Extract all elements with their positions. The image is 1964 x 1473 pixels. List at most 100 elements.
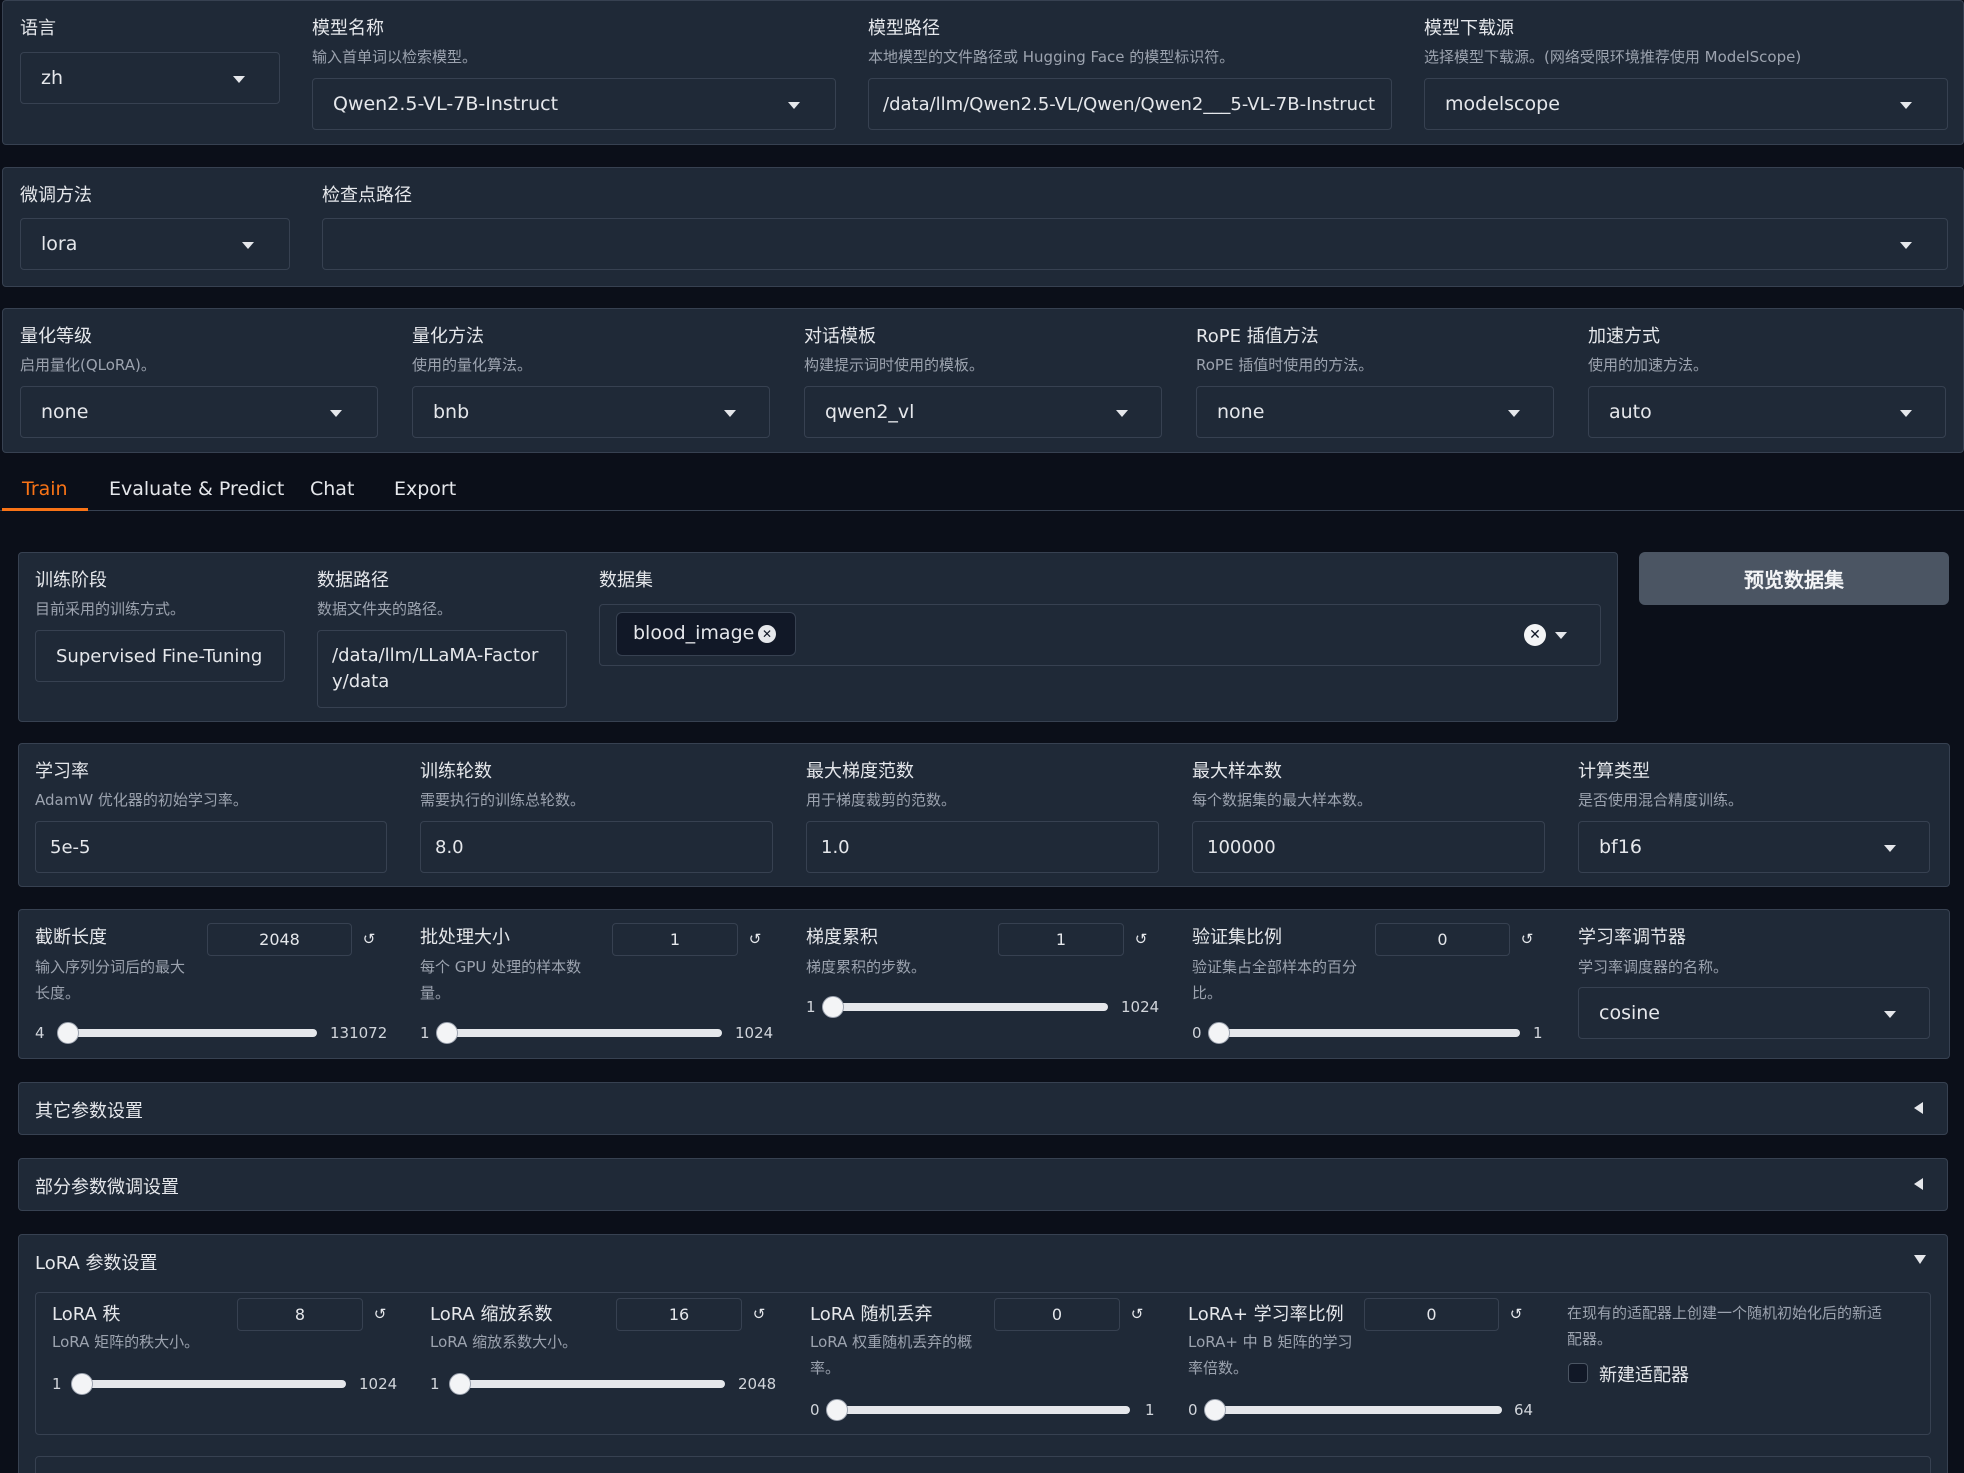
lora-plus-slider-track[interactable] — [1210, 1406, 1502, 1414]
cutoff-slider-track[interactable] — [59, 1029, 317, 1037]
dataset-dir-input[interactable]: /data/llm/LLaMA-Factory/data — [317, 630, 567, 708]
reset-icon[interactable]: ↺ — [369, 1305, 391, 1323]
chip-remove-icon[interactable]: ✕ — [758, 625, 776, 643]
freeze-settings-accordion[interactable] — [18, 1158, 1948, 1211]
scheduler-dropdown[interactable]: cosine — [1578, 987, 1930, 1039]
lora-alpha-label: LoRA 缩放系数 — [430, 1304, 553, 1325]
lora-dropout-max: 1 — [1145, 1401, 1155, 1419]
finetune-method-value: lora — [41, 233, 78, 255]
tab-evaluate-predict[interactable]: Evaluate & Predict — [109, 478, 284, 500]
max-grad-norm-input[interactable]: 1.0 — [806, 821, 1159, 873]
tab-export[interactable]: Export — [394, 478, 456, 500]
checkpoint-dropdown[interactable] — [322, 218, 1948, 270]
cutoff-value: 2048 — [259, 930, 300, 949]
new-adapter-checkbox[interactable] — [1568, 1363, 1588, 1383]
scheduler-label: 学习率调节器 — [1578, 927, 1686, 948]
new-adapter-label[interactable]: 新建适配器 — [1599, 1361, 1689, 1387]
tab-train[interactable]: Train — [22, 478, 68, 500]
quant-bit-dropdown[interactable]: none — [20, 386, 378, 438]
extra-settings-accordion[interactable] — [18, 1082, 1948, 1135]
grad-acc-info: 梯度累积的步数。 — [806, 958, 927, 976]
batch-number[interactable]: 1 — [612, 923, 738, 956]
grad-acc-slider-track[interactable] — [828, 1003, 1108, 1011]
reset-icon[interactable]: ↺ — [1516, 930, 1538, 948]
lora-dropout-slider-track[interactable] — [832, 1406, 1130, 1414]
stage-info: 目前采用的训练方式。 — [35, 600, 186, 618]
chevron-down-icon — [1508, 410, 1520, 417]
scheduler-info: 学习率调度器的名称。 — [1578, 958, 1729, 976]
reset-icon[interactable]: ↺ — [748, 1305, 770, 1323]
chevron-down-icon — [1900, 102, 1912, 109]
batch-slider-thumb[interactable] — [436, 1022, 458, 1044]
val-size-number[interactable]: 0 — [1375, 923, 1510, 956]
lr-input[interactable]: 5e-5 — [35, 821, 387, 873]
extra-settings-title: 其它参数设置 — [35, 1101, 143, 1122]
lora-dropout-slider-thumb[interactable] — [826, 1399, 848, 1421]
template-dropdown[interactable]: qwen2_vl — [804, 386, 1162, 438]
model-name-dropdown[interactable]: Qwen2.5-VL-7B-Instruct — [312, 78, 836, 130]
cutoff-label: 截断长度 — [35, 927, 107, 948]
val-size-slider-track[interactable] — [1214, 1029, 1520, 1037]
tab-chat[interactable]: Chat — [310, 478, 354, 500]
hub-dropdown[interactable]: modelscope — [1424, 78, 1948, 130]
cutoff-number[interactable]: 2048 — [207, 923, 352, 956]
lora-rank-slider-track[interactable] — [75, 1380, 346, 1388]
grad-acc-slider-thumb[interactable] — [822, 996, 844, 1018]
reset-icon[interactable]: ↺ — [1126, 1305, 1148, 1323]
preview-dataset-button[interactable]: 预览数据集 — [1639, 552, 1949, 605]
lora-plus-slider-thumb[interactable] — [1204, 1399, 1226, 1421]
reset-icon[interactable]: ↺ — [358, 930, 380, 948]
lora-dropout-info-2: 率。 — [810, 1359, 841, 1377]
model-path-input[interactable]: /data/llm/Qwen2.5-VL/Qwen/Qwen2___5-VL-7… — [868, 78, 1392, 130]
chevron-down-icon — [724, 410, 736, 417]
epochs-value: 8.0 — [435, 836, 464, 858]
lora-settings-title[interactable]: LoRA 参数设置 — [35, 1249, 158, 1275]
max-grad-norm-info: 用于梯度裁剪的范数。 — [806, 791, 957, 809]
lora-dropout-number[interactable]: 0 — [994, 1298, 1120, 1331]
grad-acc-number[interactable]: 1 — [998, 923, 1124, 956]
clear-icon[interactable]: ✕ — [1524, 624, 1546, 646]
chevron-down-icon — [242, 242, 254, 249]
lora-rank-slider-thumb[interactable] — [70, 1373, 93, 1395]
val-size-slider-thumb[interactable] — [1208, 1022, 1230, 1044]
booster-value: auto — [1609, 401, 1652, 423]
lora-alpha-number[interactable]: 16 — [616, 1298, 742, 1331]
batch-label: 批处理大小 — [420, 927, 510, 948]
grad-acc-max: 1024 — [1121, 998, 1160, 1016]
lora-alpha-slider-track[interactable] — [453, 1380, 725, 1388]
lora-alpha-value: 16 — [668, 1305, 690, 1324]
stage-value: Supervised Fine-Tuning — [56, 645, 263, 667]
model-path-value: /data/llm/Qwen2.5-VL/Qwen/Qwen2___5-VL-7… — [883, 93, 1376, 115]
max-samples-input[interactable]: 100000 — [1192, 821, 1545, 873]
reset-icon[interactable]: ↺ — [1130, 930, 1152, 948]
epochs-input[interactable]: 8.0 — [420, 821, 773, 873]
batch-slider-track[interactable] — [442, 1029, 722, 1037]
compute-type-info: 是否使用混合精度训练。 — [1578, 791, 1744, 809]
val-size-label: 验证集比例 — [1192, 927, 1282, 948]
chevron-down-icon — [1555, 632, 1567, 639]
reset-icon[interactable]: ↺ — [1505, 1305, 1527, 1323]
dataset-dir-value: /data/llm/LLaMA-Factory/data — [332, 645, 539, 692]
quant-method-value: bnb — [433, 401, 470, 423]
dataset-dir-info: 数据文件夹的路径。 — [317, 600, 453, 618]
lora-rank-number[interactable]: 8 — [237, 1298, 363, 1331]
lora-plus-number[interactable]: 0 — [1364, 1298, 1499, 1331]
compute-type-value: bf16 — [1599, 836, 1642, 858]
quant-method-label: 量化方法 — [412, 326, 484, 347]
stage-dropdown[interactable]: Supervised Fine-Tuning — [35, 630, 285, 682]
grad-acc-value: 1 — [1055, 930, 1067, 949]
reset-icon[interactable]: ↺ — [744, 930, 766, 948]
booster-dropdown[interactable]: auto — [1588, 386, 1946, 438]
cutoff-slider-thumb[interactable] — [56, 1022, 79, 1044]
preview-dataset-label: 预览数据集 — [1744, 568, 1844, 592]
compute-type-dropdown[interactable]: bf16 — [1578, 821, 1930, 873]
template-info: 构建提示词时使用的模板。 — [804, 356, 985, 374]
quant-method-dropdown[interactable]: bnb — [412, 386, 770, 438]
new-adapter-info-2: 配器。 — [1567, 1330, 1613, 1348]
lora-rank-min: 1 — [52, 1375, 62, 1393]
grad-acc-min: 1 — [806, 998, 816, 1016]
lora-alpha-slider-thumb[interactable] — [448, 1373, 471, 1395]
freeze-settings-title: 部分参数微调设置 — [35, 1177, 179, 1198]
rope-dropdown[interactable]: none — [1196, 386, 1554, 438]
compute-type-label: 计算类型 — [1578, 761, 1650, 782]
